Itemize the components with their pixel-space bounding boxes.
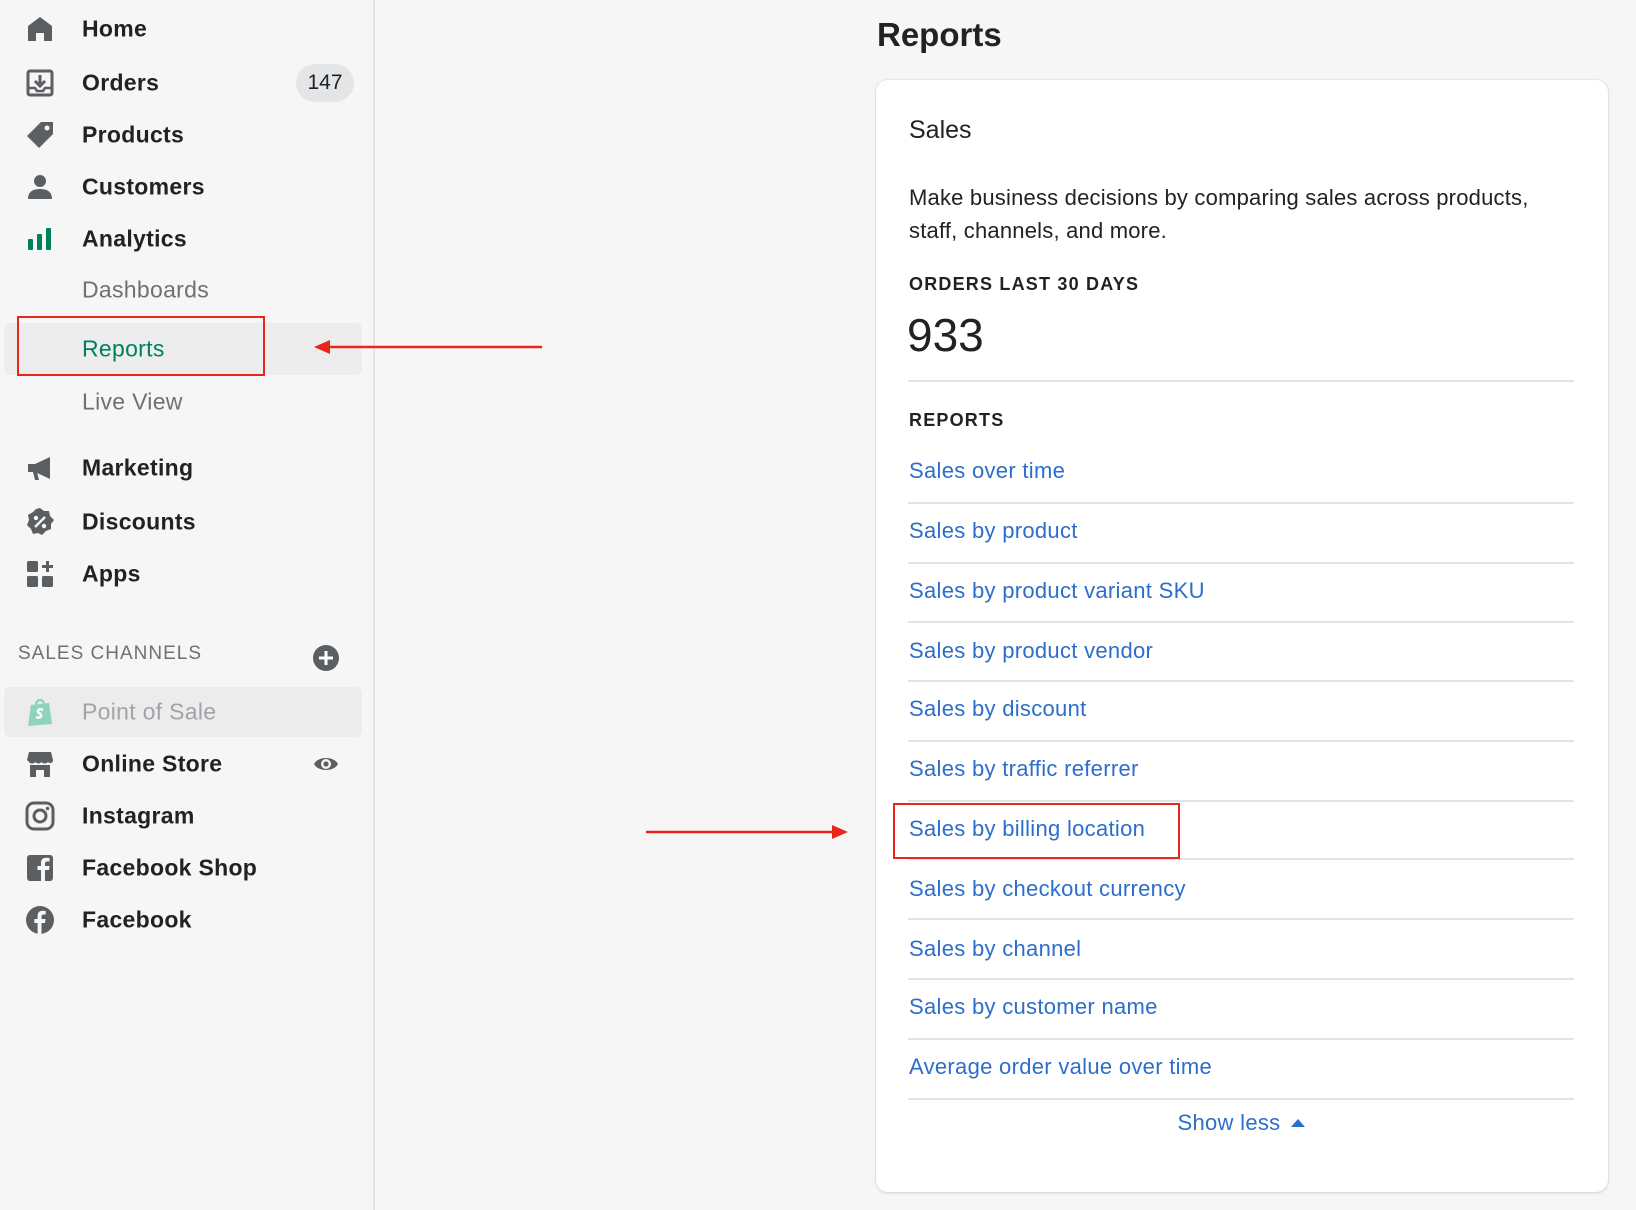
sidebar-item-label: Discounts: [82, 508, 196, 535]
sidebar-item-facebook-shop[interactable]: Facebook Shop: [0, 843, 360, 893]
metric-label: ORDERS LAST 30 DAYS: [909, 274, 1140, 294]
apps-icon: [24, 558, 56, 590]
sidebar-item-orders[interactable]: Orders 147: [0, 58, 360, 108]
caret-up-icon: [1291, 1119, 1306, 1127]
discount-icon: [24, 506, 56, 538]
billing-location-annotation-arrow: [646, 825, 848, 839]
report-link-sales-by-product-variant-sku[interactable]: Sales by product variant SKU: [909, 578, 1205, 604]
shopify-bag-icon: [24, 696, 56, 728]
orders-count-badge: 147: [296, 64, 354, 102]
sidebar-item-label: Home: [82, 15, 148, 42]
divider: [908, 918, 1574, 920]
sidebar-item-label: Apps: [82, 560, 141, 587]
report-link-sales-by-channel[interactable]: Sales by channel: [909, 936, 1081, 962]
report-link-average-order-value-over-time[interactable]: Average order value over time: [909, 1054, 1212, 1080]
facebook-square-icon: [24, 852, 56, 884]
report-link-sales-by-product[interactable]: Sales by product: [909, 518, 1078, 544]
sidebar-item-home[interactable]: Home: [0, 4, 360, 54]
sidebar-item-discounts[interactable]: Discounts: [0, 497, 360, 547]
sidebar-item-label: Facebook: [82, 906, 192, 933]
sidebar-item-products[interactable]: Products: [0, 110, 360, 160]
report-link-sales-by-traffic-referrer[interactable]: Sales by traffic referrer: [909, 756, 1139, 782]
divider: [908, 800, 1574, 802]
eye-icon[interactable]: [312, 750, 340, 778]
person-icon: [24, 171, 56, 203]
report-link-sales-by-discount[interactable]: Sales by discount: [909, 696, 1087, 722]
divider: [908, 680, 1574, 682]
sidebar-item-label: Reports: [82, 335, 165, 362]
card-title: Sales: [909, 116, 972, 144]
divider: [908, 740, 1574, 742]
divider: [908, 621, 1574, 623]
report-link-sales-by-billing-location[interactable]: Sales by billing location: [909, 816, 1145, 842]
report-link-sales-by-product-vendor[interactable]: Sales by product vendor: [909, 638, 1153, 664]
sidebar-item-instagram[interactable]: Instagram: [0, 791, 360, 841]
show-less-button[interactable]: Show less: [876, 1110, 1608, 1136]
sidebar-item-label: Products: [82, 121, 185, 148]
page-title: Reports: [877, 16, 1002, 53]
tag-icon: [24, 119, 56, 151]
megaphone-icon: [24, 452, 56, 484]
reports-section-label: REPORTS: [909, 410, 1005, 430]
divider: [908, 1038, 1574, 1040]
home-icon: [24, 13, 56, 45]
sidebar: Home Orders 147 Products Customers Analy…: [0, 0, 375, 1210]
divider: [908, 858, 1574, 860]
metric-value: 933: [907, 309, 984, 361]
add-sales-channel-icon[interactable]: [312, 644, 340, 672]
sidebar-item-label: Analytics: [82, 225, 187, 252]
show-less-label: Show less: [1177, 1110, 1281, 1135]
divider: [908, 502, 1574, 504]
sidebar-item-marketing[interactable]: Marketing: [0, 443, 360, 493]
sidebar-item-label: Live View: [82, 388, 183, 415]
sidebar-item-point-of-sale[interactable]: Point of Sale: [0, 687, 362, 737]
sidebar-item-label: Marketing: [82, 454, 194, 481]
sidebar-subitem-dashboards[interactable]: Dashboards: [0, 265, 360, 315]
sidebar-subitem-live-view[interactable]: Live View: [0, 377, 360, 427]
sidebar-item-facebook[interactable]: Facebook: [0, 895, 360, 945]
sidebar-item-label: Online Store: [82, 750, 223, 777]
facebook-circle-icon: [24, 904, 56, 936]
instagram-icon: [24, 800, 56, 832]
sales-report-card: Sales Make business decisions by compari…: [876, 80, 1608, 1192]
bar-chart-icon: [24, 223, 56, 255]
sidebar-item-apps[interactable]: Apps: [0, 549, 360, 599]
sidebar-item-label: Customers: [82, 173, 205, 200]
divider: [908, 978, 1574, 980]
sidebar-item-label: Dashboards: [82, 276, 210, 303]
report-link-sales-by-checkout-currency[interactable]: Sales by checkout currency: [909, 876, 1186, 902]
sidebar-item-customers[interactable]: Customers: [0, 162, 360, 212]
report-link-sales-over-time[interactable]: Sales over time: [909, 458, 1065, 484]
sidebar-item-online-store[interactable]: Online Store: [0, 739, 360, 789]
sidebar-item-label: Instagram: [82, 802, 195, 829]
divider: [908, 380, 1574, 382]
sidebar-item-label: Orders: [82, 69, 160, 96]
reports-annotation-arrow: [314, 340, 542, 354]
active-item-background: [4, 323, 362, 375]
divider: [908, 1098, 1574, 1100]
sidebar-subitem-reports[interactable]: Reports: [0, 323, 362, 375]
card-description: Make business decisions by comparing sal…: [909, 185, 1529, 243]
report-link-sales-by-customer-name[interactable]: Sales by customer name: [909, 994, 1158, 1020]
store-icon: [24, 748, 56, 780]
sales-channels-heading: SALES CHANNELS: [18, 643, 203, 664]
sidebar-item-label: Point of Sale: [82, 698, 217, 725]
sidebar-item-label: Facebook Shop: [82, 854, 258, 881]
sidebar-item-analytics[interactable]: Analytics: [0, 214, 360, 264]
divider: [908, 562, 1574, 564]
orders-icon: [24, 67, 56, 99]
